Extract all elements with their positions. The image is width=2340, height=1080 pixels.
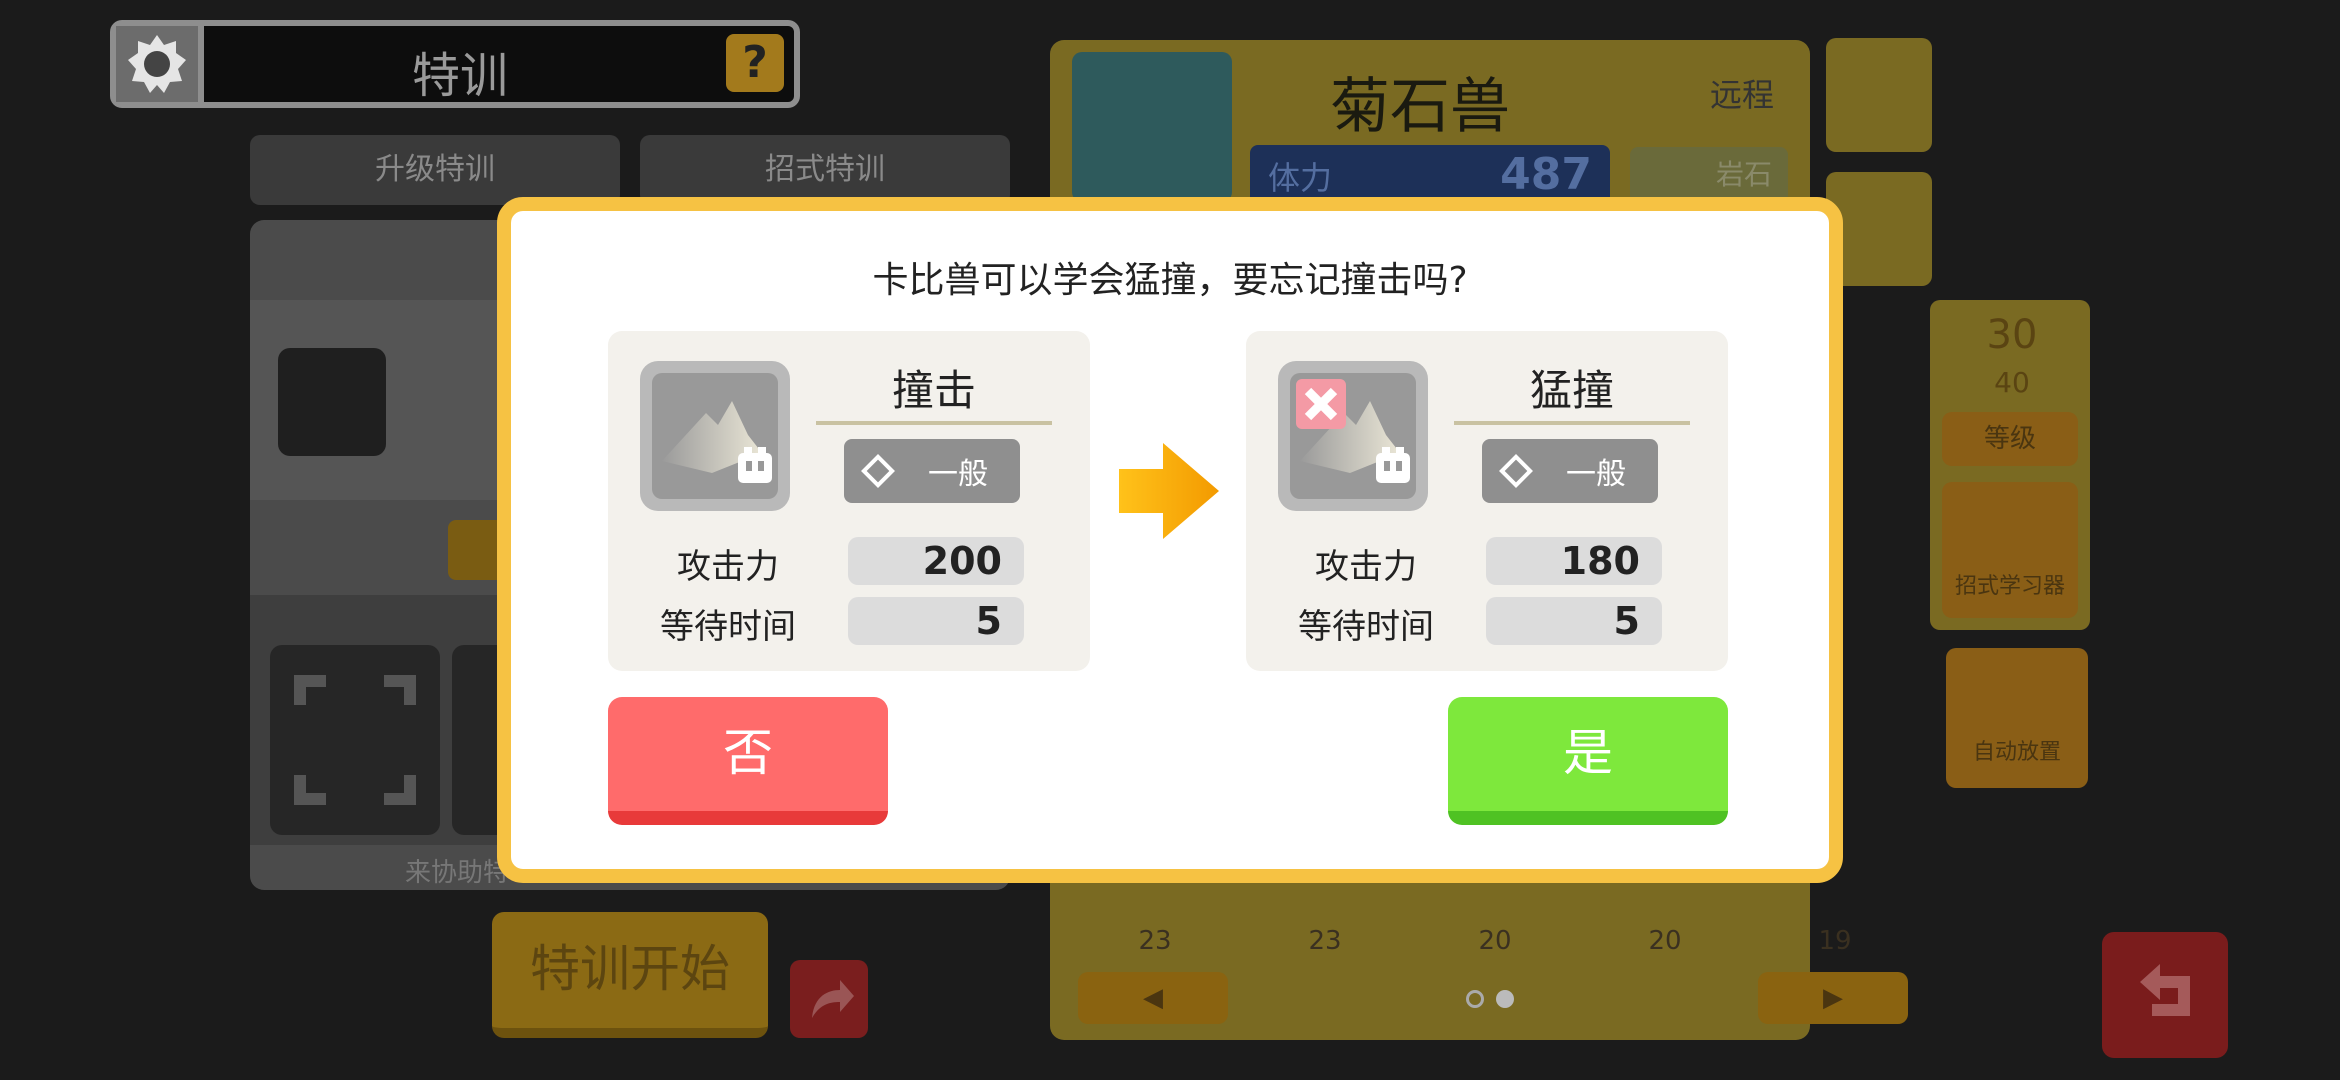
- current-wait-label: 等待时间: [660, 607, 796, 647]
- normal-type-icon: [861, 454, 895, 488]
- level-current: 30: [1986, 312, 2038, 358]
- current-move-name: 撞击: [891, 366, 976, 415]
- auto-place-button[interactable]: 自动放置: [1946, 648, 2088, 788]
- support-label: 来协助特: [405, 858, 510, 888]
- new-move-type-label: 一般: [1566, 457, 1626, 492]
- current-move-underline: [816, 421, 1052, 425]
- box-level-5: 19: [1818, 926, 1852, 956]
- range-label: 远程: [1710, 76, 1775, 114]
- current-attack-value: 200: [848, 537, 1024, 585]
- new-wait-value: 5: [1486, 597, 1662, 645]
- level-max: 40: [1994, 366, 2030, 399]
- tab-level-training[interactable]: 升级特训: [250, 135, 620, 205]
- bookmark-button[interactable]: [1826, 38, 1932, 152]
- help-button[interactable]: ?: [726, 34, 784, 92]
- box-level-4: 20: [1648, 926, 1682, 956]
- new-move-underline: [1454, 421, 1690, 425]
- type-badge: 岩石: [1630, 147, 1788, 203]
- hp-value: 487: [1500, 149, 1592, 200]
- no-button[interactable]: 否: [608, 697, 888, 825]
- hp-label: 体力: [1268, 159, 1333, 197]
- hp-bar: 体力 487: [1250, 145, 1610, 205]
- new-attack-label: 攻击力: [1315, 547, 1417, 587]
- level-button[interactable]: 等级: [1942, 412, 2078, 466]
- yes-button[interactable]: 是: [1448, 697, 1728, 825]
- current-move-card: 撞击 一般 攻击力 200 等待时间 5: [608, 331, 1090, 671]
- current-wait-value: 5: [848, 597, 1024, 645]
- new-attack-value: 180: [1486, 537, 1662, 585]
- tab-move-training[interactable]: 招式特训: [640, 135, 1010, 205]
- share-button[interactable]: [790, 960, 868, 1038]
- box-level-1: 23: [1138, 926, 1172, 956]
- confirm-dialog: 卡比兽可以学会猛撞，要忘记撞击吗? 撞击 一般 攻击力 200 等待时间 5 猛…: [497, 197, 1843, 883]
- tackle-icon: [652, 373, 778, 499]
- current-attack-label: 攻击力: [677, 547, 779, 587]
- new-move-name: 猛撞: [1529, 366, 1614, 415]
- new-move-card: 猛撞 一般 攻击力 180 等待时间 5: [1246, 331, 1728, 671]
- current-move-type: 一般: [844, 439, 1020, 503]
- page-dot-2: [1496, 990, 1514, 1008]
- take-down-icon: [1290, 373, 1416, 499]
- box-level-3: 20: [1478, 926, 1512, 956]
- new-move-icon-frame: [1278, 361, 1428, 511]
- move-learner-button[interactable]: 招式学习器: [1942, 482, 2078, 618]
- box-level-2: 23: [1308, 926, 1342, 956]
- next-page-button[interactable]: ▶: [1758, 972, 1908, 1024]
- pokemon-name: 菊石兽: [1330, 72, 1510, 142]
- prev-page-button[interactable]: ◀: [1078, 972, 1228, 1024]
- pokemon-portrait: [1072, 52, 1232, 202]
- arrow-right-icon: [1119, 443, 1223, 543]
- title-bar: 特训 ?: [110, 20, 800, 108]
- support-slot-empty[interactable]: [270, 645, 440, 835]
- back-button[interactable]: [2102, 932, 2228, 1058]
- start-training-button[interactable]: 特训开始: [492, 912, 768, 1038]
- move-slot-icon: [278, 348, 386, 456]
- new-move-type: 一般: [1482, 439, 1658, 503]
- dialog-message: 卡比兽可以学会猛撞，要忘记撞击吗?: [872, 260, 1468, 301]
- current-move-icon-frame: [640, 361, 790, 511]
- current-move-type-label: 一般: [928, 457, 988, 492]
- normal-type-icon: [1499, 454, 1533, 488]
- gear-badge-icon: [116, 26, 204, 102]
- page-dot-1: [1466, 990, 1484, 1008]
- new-wait-label: 等待时间: [1298, 607, 1434, 647]
- page-title: 特训: [411, 48, 508, 104]
